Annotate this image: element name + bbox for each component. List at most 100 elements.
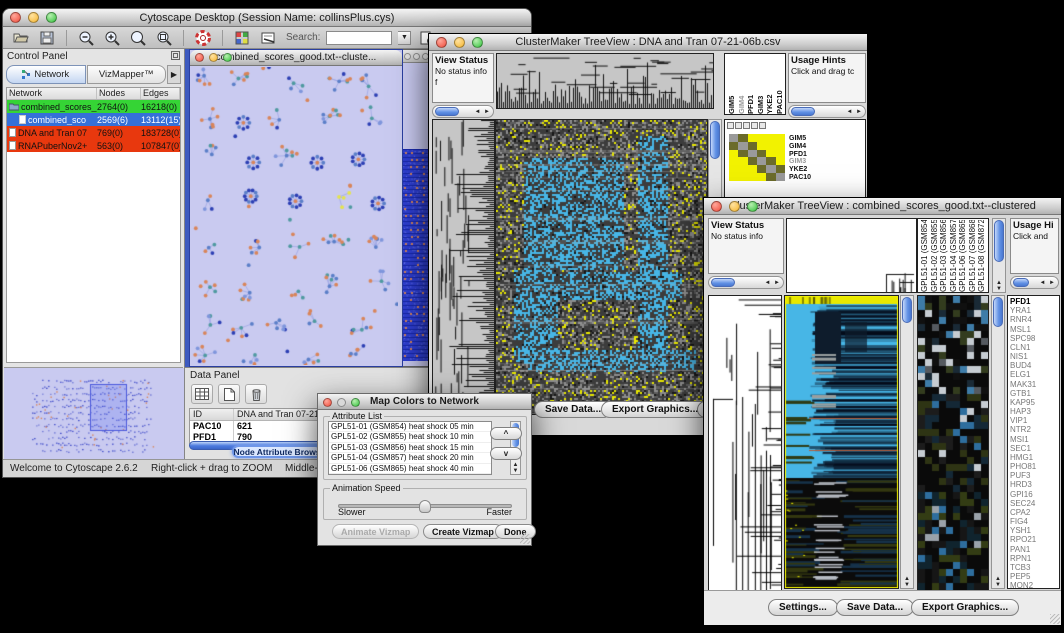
attribute-item[interactable]: GPL51-03 (GSM856) heat shock 15 min (329, 443, 491, 453)
gene-label[interactable]: SPC98 (1010, 334, 1057, 343)
scroll-arrows[interactable]: ◄ ► (474, 109, 493, 115)
scroll-arrows[interactable]: ▲▼ (511, 462, 520, 474)
close-button[interactable] (436, 37, 447, 48)
zoom-in-button[interactable] (102, 29, 122, 47)
scroll-thumb[interactable] (435, 107, 459, 116)
gene-label[interactable]: NIS1 (1010, 352, 1057, 361)
slider-thumb[interactable] (419, 500, 431, 513)
zoom-heatmap[interactable] (917, 295, 989, 591)
save-button[interactable] (37, 29, 57, 47)
column-label[interactable]: PAC10 (775, 56, 785, 114)
scroll-thumb[interactable] (902, 297, 912, 323)
save-data-button[interactable]: Save Data... (836, 599, 914, 616)
network-row[interactable]: combined_scores_ 2764(0) 16218(0) (7, 100, 180, 113)
close-button[interactable] (711, 201, 722, 212)
zoom-button[interactable] (747, 201, 758, 212)
view-status-scrollbar[interactable]: ◄ ► (432, 105, 494, 118)
row-dendrogram[interactable] (432, 119, 495, 415)
open-file-button[interactable] (11, 29, 31, 47)
export-graphics-button[interactable]: Export Graphics... (601, 401, 709, 418)
gene-label[interactable]: SEC24 (1010, 499, 1057, 508)
scroll-thumb[interactable] (711, 278, 735, 287)
gene-label[interactable]: SEC1 (1010, 444, 1057, 453)
dialog-titlebar[interactable]: Map Colors to Network (318, 394, 531, 410)
zoom-button[interactable] (351, 398, 360, 407)
gene-label[interactable]: PUF3 (1010, 471, 1057, 480)
heatmap-vscrollbar[interactable]: ▲▼ (900, 295, 914, 589)
zoom-button[interactable] (46, 12, 57, 23)
zoom-fit-button[interactable] (128, 29, 148, 47)
gene-label[interactable]: RPN1 (1010, 554, 1057, 563)
zoom-button[interactable] (223, 53, 232, 62)
scroll-arrows[interactable]: ◄ ► (764, 280, 783, 286)
column-label[interactable]: GPL51-04 (GSM857) (949, 220, 959, 292)
main-titlebar[interactable]: Cytoscape Desktop (Session Name: collins… (3, 9, 531, 27)
gene-label[interactable]: HMG1 (1010, 453, 1057, 462)
attribute-list[interactable]: GPL51-01 (GSM854) heat shock 05 minGPL51… (328, 421, 492, 475)
row-label[interactable]: PFD1 (789, 151, 811, 159)
gene-label[interactable]: HAP3 (1010, 407, 1057, 416)
attribute-item[interactable]: GPL51-01 (GSM854) heat shock 05 min (329, 422, 491, 432)
attribute-select-button[interactable] (191, 384, 213, 404)
tab-vizmapper[interactable]: VizMapper™ (87, 65, 167, 84)
network-row[interactable]: RNAPuberNov2+ 563(0) 107847(0) (7, 139, 180, 152)
gene-label[interactable]: PEP5 (1010, 572, 1057, 581)
tab-overflow-arrow[interactable]: ▶ (167, 65, 181, 84)
gene-label[interactable]: VIP1 (1010, 416, 1057, 425)
scroll-arrows[interactable]: ◄ ► (846, 109, 865, 115)
col-network[interactable]: Network (7, 88, 97, 99)
minimize-button[interactable] (729, 201, 740, 212)
zoom-tool-icon[interactable] (735, 122, 742, 129)
gene-label[interactable]: GTB1 (1010, 389, 1057, 398)
zoom-tool-icon[interactable] (751, 122, 758, 129)
usage-hints-scrollbar[interactable]: ◄ ► (1010, 276, 1059, 289)
network-row[interactable]: DNA and Tran 07 769(0) 183728(0) (7, 126, 180, 139)
gene-label[interactable]: TCB3 (1010, 563, 1057, 572)
attribute-item[interactable]: GPL51-04 (GSM857) heat shock 20 min (329, 453, 491, 463)
column-label[interactable]: GIM5 (727, 56, 737, 114)
delete-attribute-button[interactable] (245, 384, 267, 404)
gene-label[interactable]: FIG4 (1010, 517, 1057, 526)
usage-hints-scrollbar[interactable]: ◄ ► (788, 105, 866, 118)
minimize-button[interactable] (28, 12, 39, 23)
close-button[interactable] (195, 53, 204, 62)
zoom-tool-icon[interactable] (743, 122, 750, 129)
attribute-item[interactable]: GPL51-02 (GSM855) heat shock 10 min (329, 432, 491, 442)
id-column-header[interactable]: ID (190, 409, 234, 420)
help-button[interactable] (193, 29, 213, 47)
row-label[interactable]: GIM4 (789, 143, 811, 151)
resize-grip[interactable] (520, 534, 530, 544)
zoom-button[interactable] (472, 37, 483, 48)
gene-label[interactable]: MSI1 (1010, 435, 1057, 444)
scroll-arrows[interactable]: ▲▼ (901, 576, 913, 588)
annotation-button[interactable] (258, 29, 278, 47)
attribute-item[interactable]: GPL51-06 (GSM865) heat shock 40 min (329, 464, 491, 474)
gene-label[interactable]: NTR2 (1010, 425, 1057, 434)
search-input[interactable] (326, 31, 392, 45)
scroll-thumb[interactable] (710, 121, 720, 159)
column-dendrogram[interactable] (496, 53, 714, 109)
close-button[interactable] (10, 12, 21, 23)
network-table-header[interactable]: Network Nodes Edges (7, 88, 180, 100)
column-label[interactable]: GIM4 (737, 56, 747, 114)
row-dendrogram[interactable] (708, 295, 782, 591)
create-vizmap-button[interactable]: Create Vizmap (423, 524, 503, 539)
gene-list-vscrollbar[interactable]: ▲▼ (991, 295, 1005, 589)
float-panel-icon[interactable] (171, 51, 180, 63)
gene-label[interactable]: YSH1 (1010, 526, 1057, 535)
gene-label[interactable]: MON2 (1010, 581, 1057, 589)
column-label[interactable]: GPL51-07 (GSM868) (968, 220, 978, 292)
close-button[interactable] (323, 398, 332, 407)
tab-network[interactable]: Network (6, 65, 86, 84)
gene-label[interactable]: KAP95 (1010, 398, 1057, 407)
column-label[interactable]: GIM3 (756, 56, 766, 114)
column-label[interactable]: PFD1 (746, 56, 756, 114)
scroll-thumb[interactable] (1013, 278, 1029, 287)
zoom-selected-button[interactable] (154, 29, 174, 47)
animate-vizmap-button[interactable]: Animate Vizmap (332, 524, 419, 539)
gene-label[interactable]: ELG1 (1010, 370, 1057, 379)
column-label[interactable]: GPL51-06 (GSM865) (958, 220, 968, 292)
scroll-thumb[interactable] (994, 220, 1004, 262)
col-edges[interactable]: Edges (141, 88, 180, 99)
gene-label[interactable]: CPA2 (1010, 508, 1057, 517)
